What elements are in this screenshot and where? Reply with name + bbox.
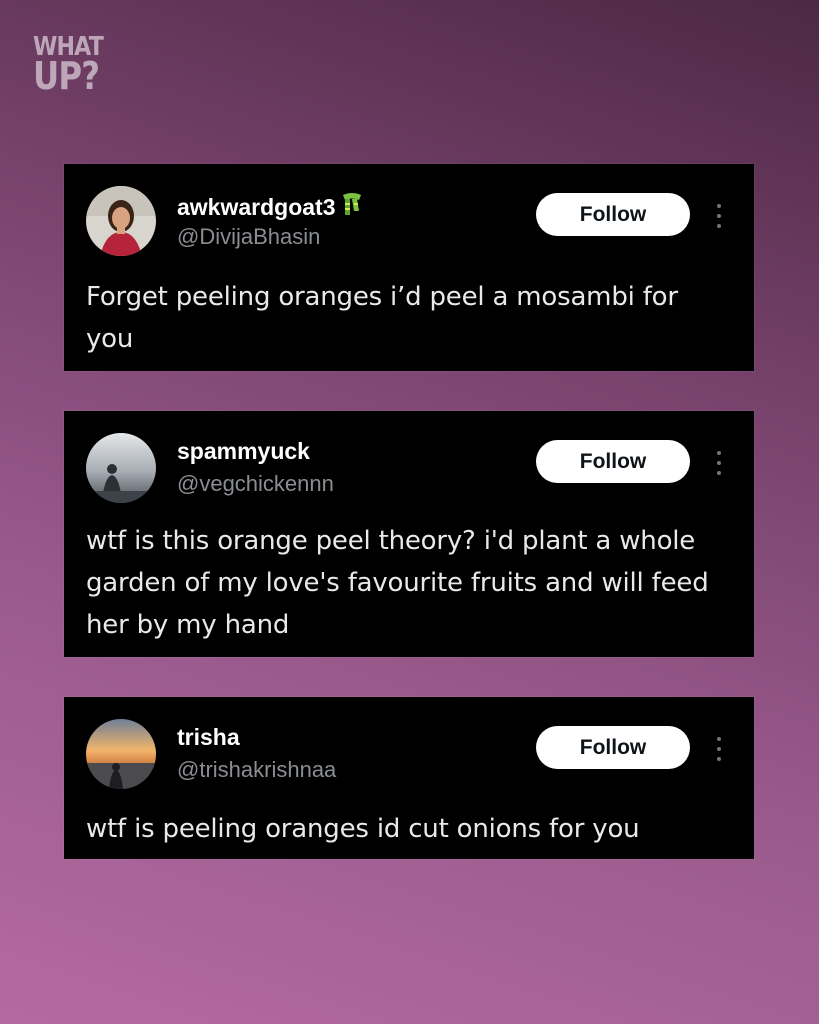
avatar[interactable]	[86, 186, 156, 256]
scarf-emoji-icon	[340, 191, 364, 223]
avatar[interactable]	[86, 433, 156, 503]
more-options-icon[interactable]	[710, 737, 728, 761]
more-options-icon[interactable]	[710, 451, 728, 475]
more-options-icon[interactable]	[710, 204, 728, 228]
tweet-text: wtf is this orange peel theory? i'd plan…	[86, 526, 709, 640]
follow-button[interactable]: Follow	[536, 440, 690, 483]
brand-logo: WHAT UP?	[33, 34, 104, 99]
follow-button[interactable]: Follow	[536, 726, 690, 769]
display-name[interactable]: trisha	[177, 724, 240, 751]
user-handle[interactable]: @vegchickennn	[177, 471, 334, 497]
display-name-text: spammyuck	[177, 438, 310, 464]
tweet-text: Forget peeling oranges i’d peel a mosamb…	[86, 282, 678, 354]
tweet-text: wtf is peeling oranges id cut onions for…	[86, 814, 640, 844]
tweet-card: spammyuck @vegchickennn Follow wtf is th…	[64, 411, 754, 657]
brand-logo-line2: UP?	[33, 54, 100, 99]
tweet-card: trisha @trishakrishnaa Follow wtf is pee…	[64, 697, 754, 859]
follow-button[interactable]: Follow	[536, 193, 690, 236]
tweet-card: awkwardgoat3 @DivijaBhasin Follow Forget…	[64, 164, 754, 371]
display-name[interactable]: awkwardgoat3	[177, 191, 364, 223]
display-name[interactable]: spammyuck	[177, 438, 310, 465]
avatar[interactable]	[86, 719, 156, 789]
user-handle[interactable]: @DivijaBhasin	[177, 224, 320, 250]
display-name-text: awkwardgoat3	[177, 193, 336, 220]
display-name-text: trisha	[177, 724, 240, 750]
user-handle[interactable]: @trishakrishnaa	[177, 757, 336, 783]
